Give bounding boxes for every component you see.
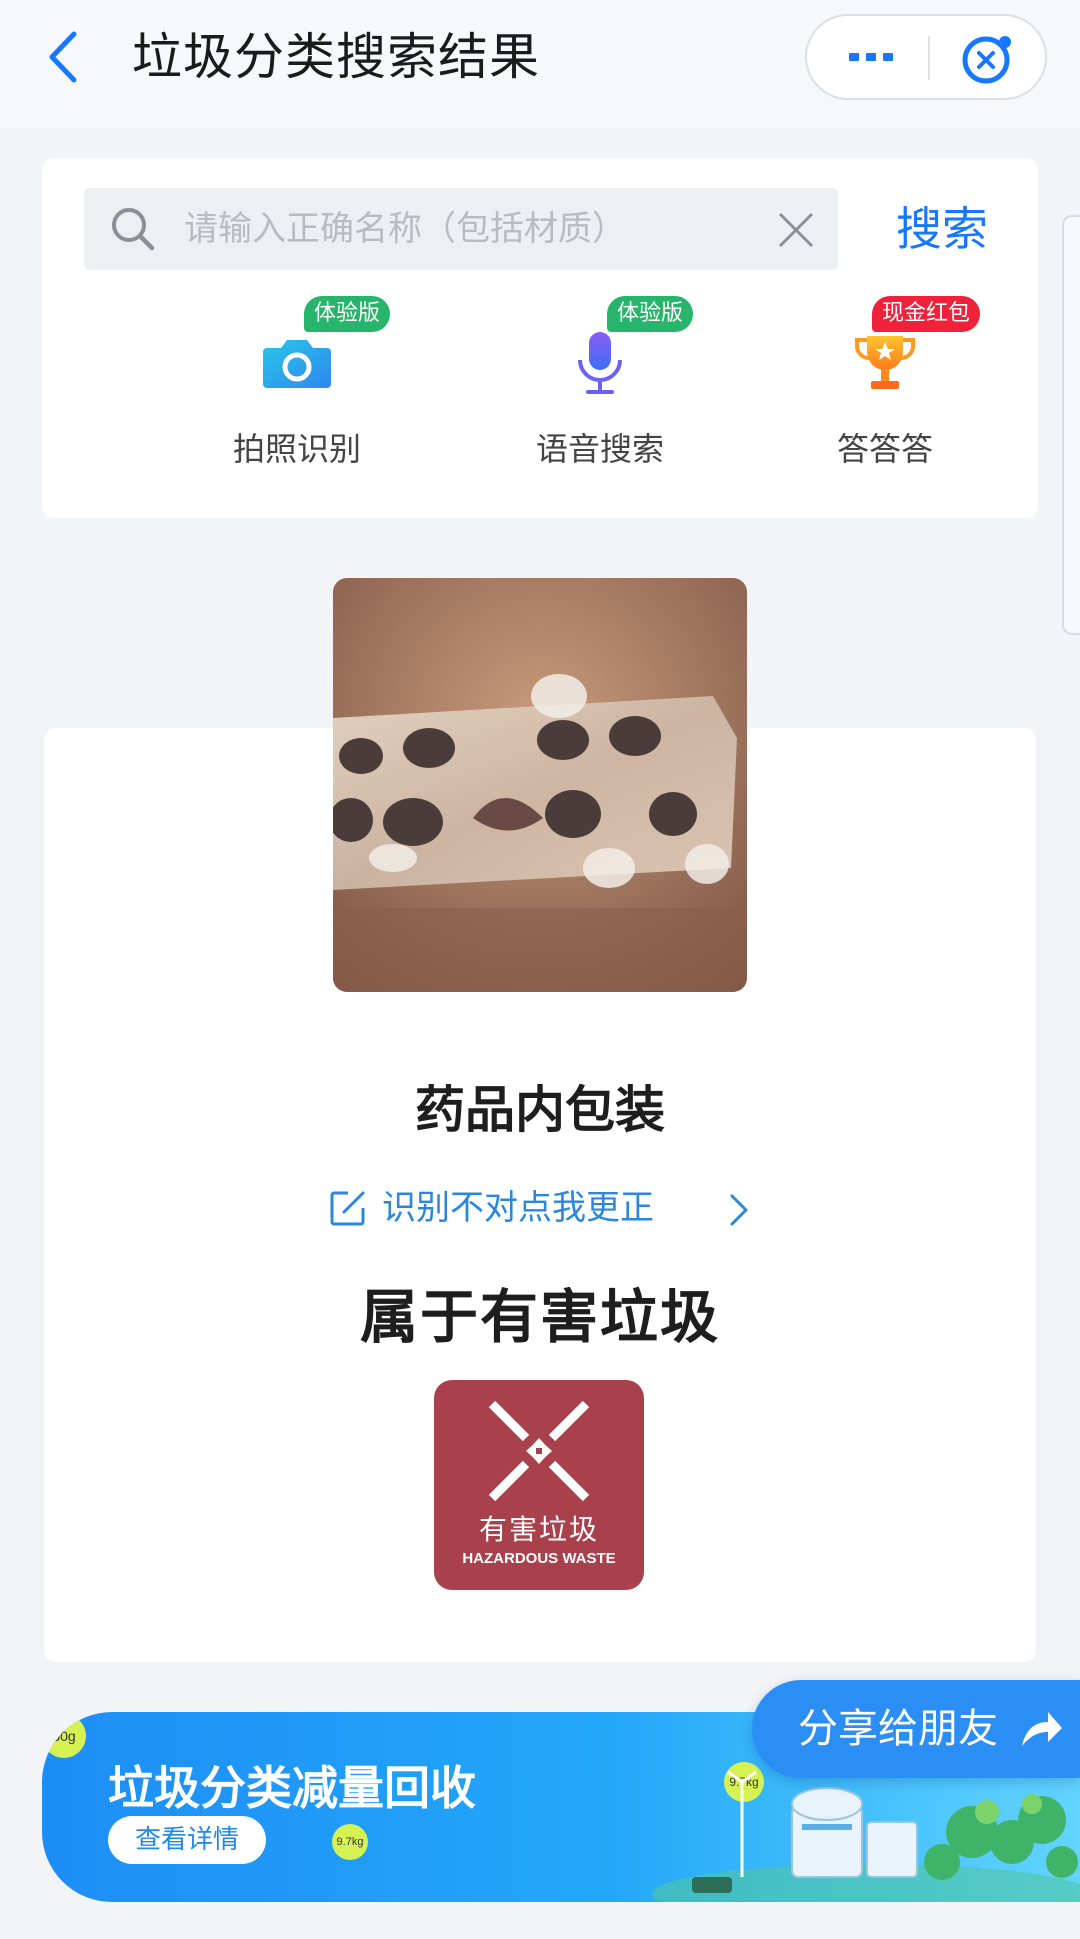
hazardous-badge-cn: 有害垃圾 xyxy=(478,1513,599,1546)
search-box xyxy=(84,188,838,270)
clear-icon[interactable] xyxy=(776,210,816,250)
trial-badge: 体验版 xyxy=(304,296,391,332)
hazardous-badge-en: HAZARDOUS WASTE xyxy=(462,1550,616,1567)
correct-link-text: 识别不对点我更正 xyxy=(382,1188,654,1228)
side-scroll-handle[interactable] xyxy=(1062,215,1080,635)
banner-title: 垃圾分类减量回收 xyxy=(108,1761,476,1815)
back-icon[interactable] xyxy=(40,22,90,92)
correct-recognition-link[interactable]: 识别不对点我更正 xyxy=(320,1180,760,1236)
trial-badge: 体验版 xyxy=(607,296,694,332)
cash-reward-badge: 现金红包 xyxy=(872,296,981,332)
view-details-button[interactable]: 查看详情 xyxy=(108,1816,266,1864)
mini-program-capsule xyxy=(805,14,1047,100)
voice-search-label: 语音搜索 xyxy=(535,430,664,468)
top-bar: 垃圾分类搜索结果 xyxy=(0,0,1080,128)
more-icon[interactable] xyxy=(835,34,907,80)
photo-recognition-button[interactable]: 体验版 拍照识别 xyxy=(192,296,402,496)
close-mini-program-icon[interactable] xyxy=(959,30,1017,88)
edit-icon xyxy=(328,1188,368,1228)
search-card: 搜索 体验版 拍照识别 体验版 语音搜索 xyxy=(42,158,1038,518)
microphone-icon xyxy=(560,322,640,402)
share-label: 分享给朋友 xyxy=(798,1706,998,1752)
search-input[interactable] xyxy=(184,188,744,270)
item-name: 药品内包装 xyxy=(415,1081,665,1139)
item-photo xyxy=(333,578,747,992)
share-arrow-icon xyxy=(1018,1706,1064,1752)
hazardous-symbol-icon xyxy=(486,1398,592,1504)
trophy-icon xyxy=(845,322,925,402)
capsule-divider xyxy=(928,36,930,80)
search-icon xyxy=(108,204,158,254)
quiz-button[interactable]: 现金红包 答答答 xyxy=(780,296,990,496)
quiz-label: 答答答 xyxy=(836,430,933,468)
page-title: 垃圾分类搜索结果 xyxy=(132,28,540,86)
search-button[interactable]: 搜索 xyxy=(872,188,1012,270)
weight-bubble: 50g xyxy=(42,1714,86,1758)
hazardous-waste-badge: 有害垃圾 HAZARDOUS WASTE xyxy=(434,1380,644,1590)
photo-recognition-label: 拍照识别 xyxy=(232,430,361,468)
chevron-right-icon xyxy=(724,1190,754,1228)
voice-search-button[interactable]: 体验版 语音搜索 xyxy=(495,296,705,496)
weight-bubble: 9.7kg xyxy=(332,1824,368,1860)
category-result: 属于有害垃圾 xyxy=(359,1283,720,1351)
camera-icon xyxy=(257,322,337,402)
share-to-friends-button[interactable]: 分享给朋友 xyxy=(752,1680,1080,1778)
